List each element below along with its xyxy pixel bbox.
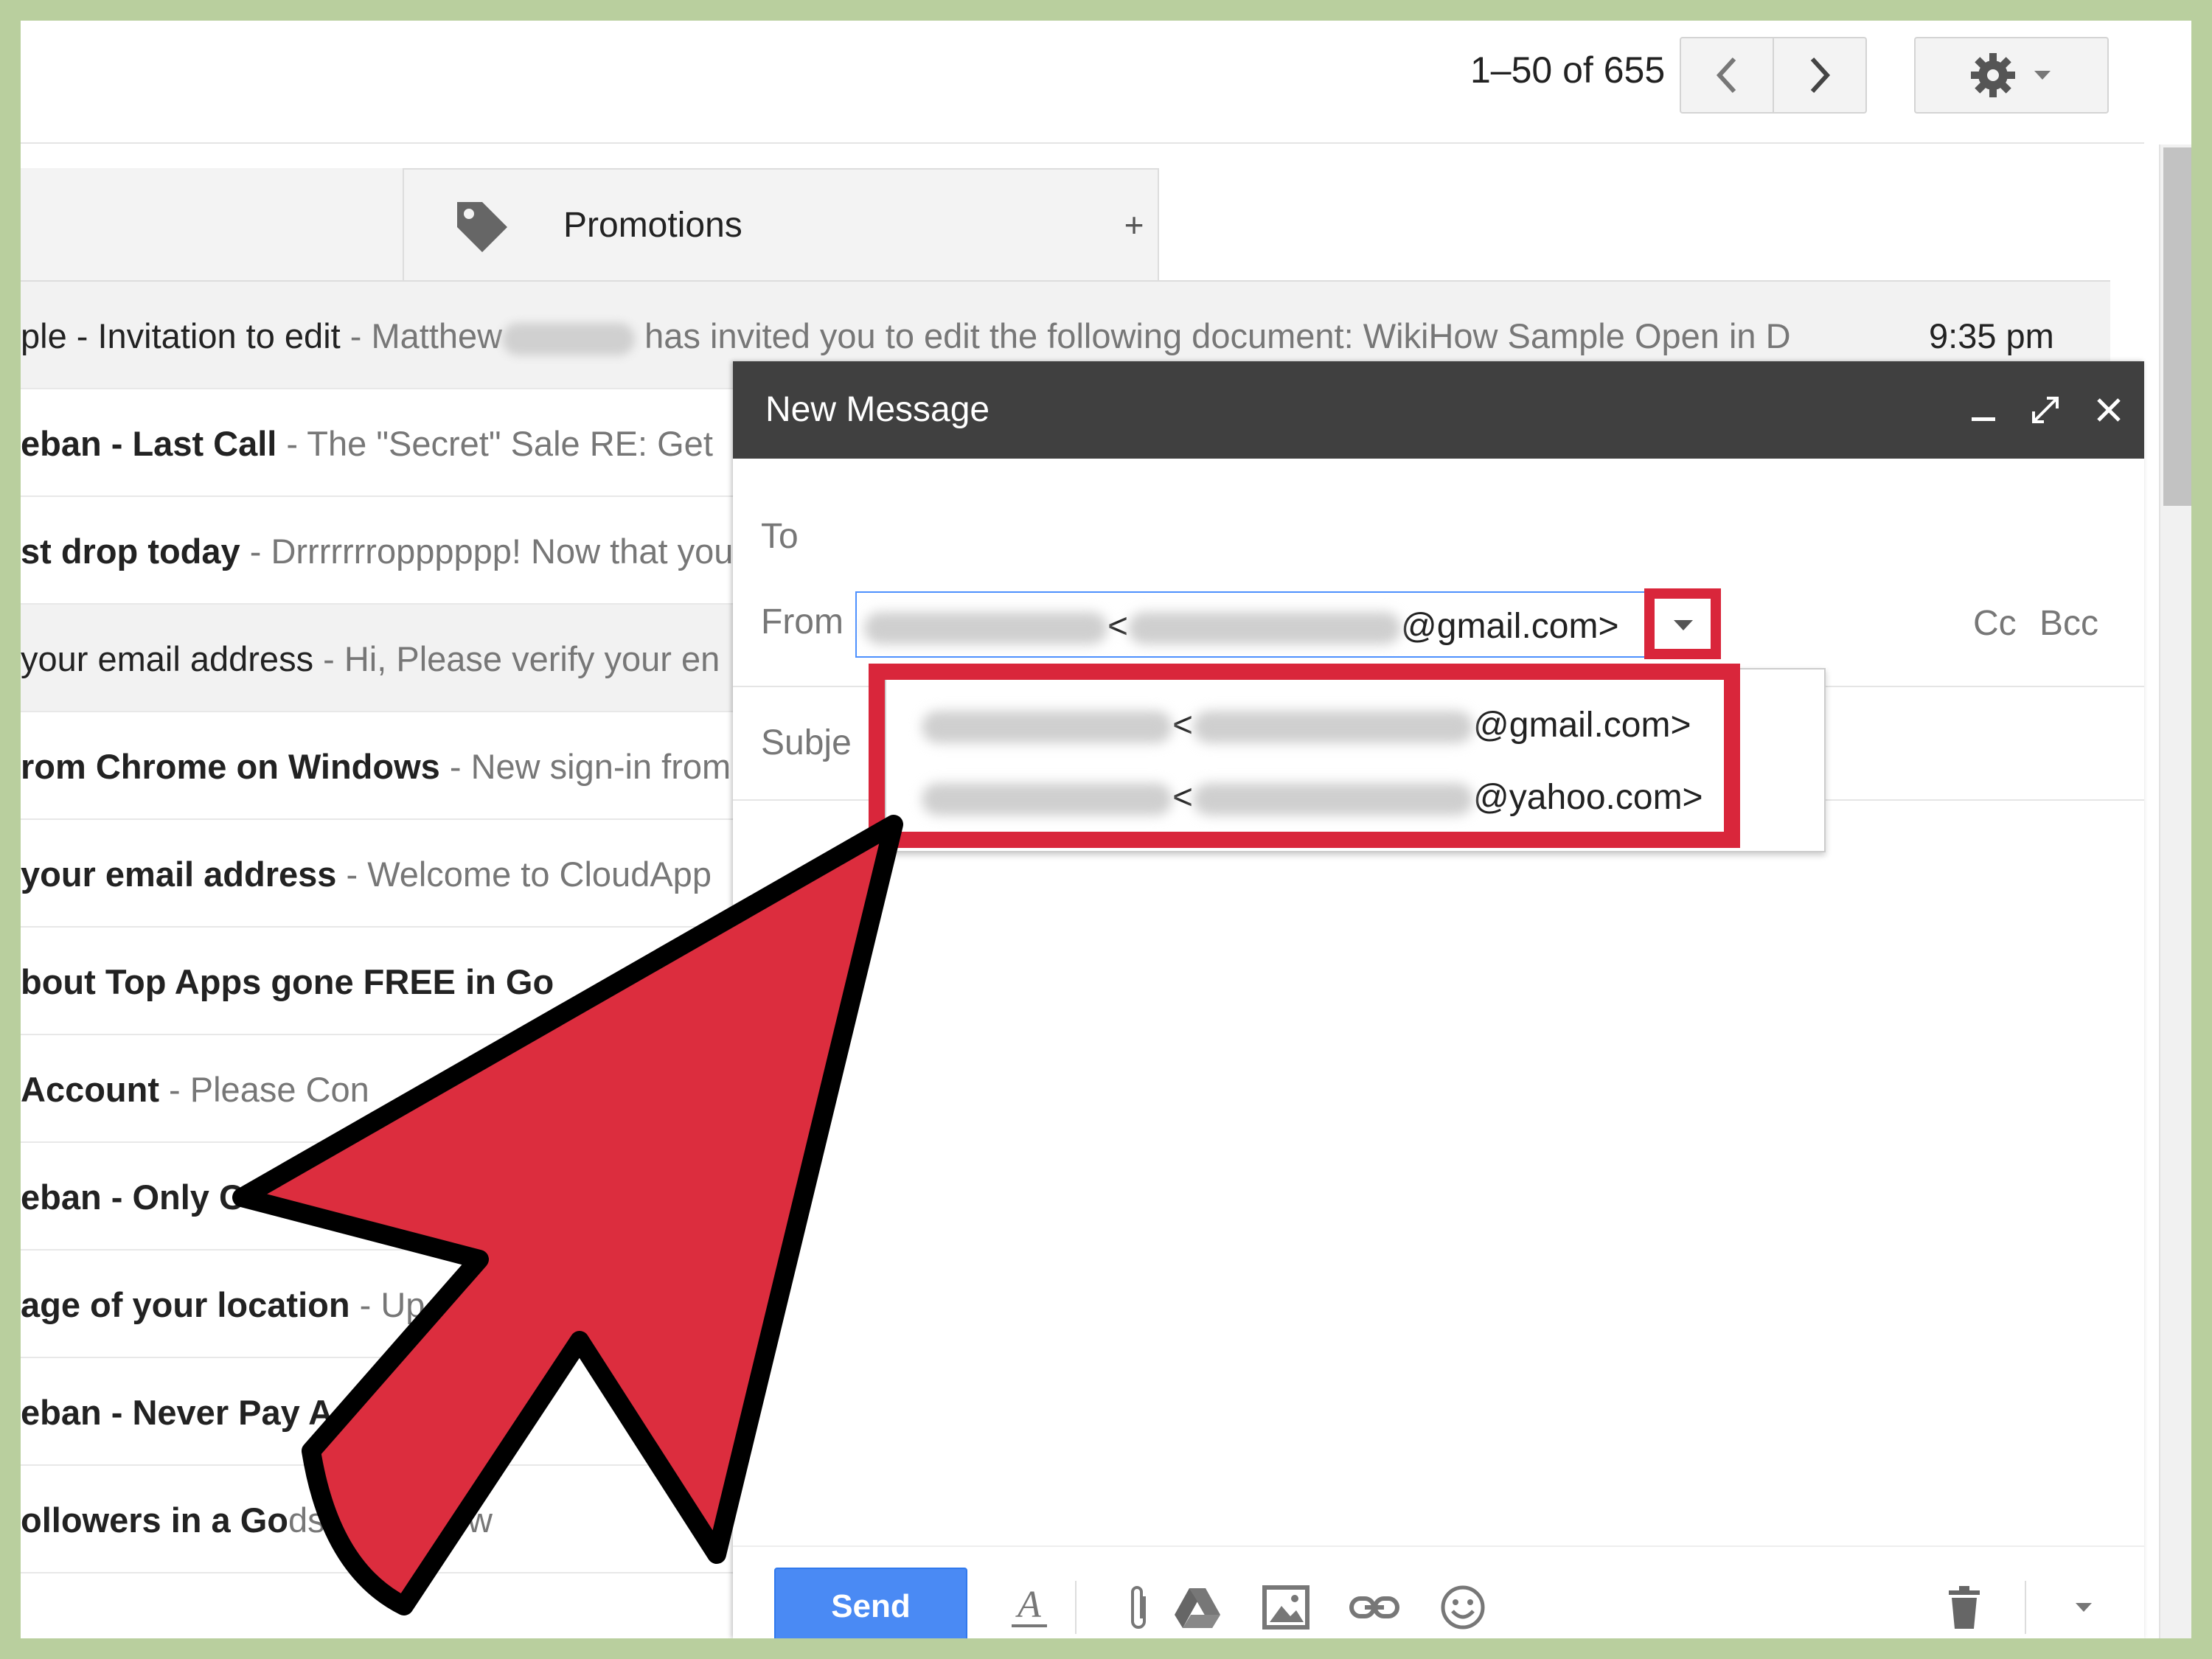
- gmail-window: 1–50 of 655 Promotions + ple - Invitatio…: [21, 21, 2191, 1638]
- pointer-arrow-icon: [232, 815, 903, 1615]
